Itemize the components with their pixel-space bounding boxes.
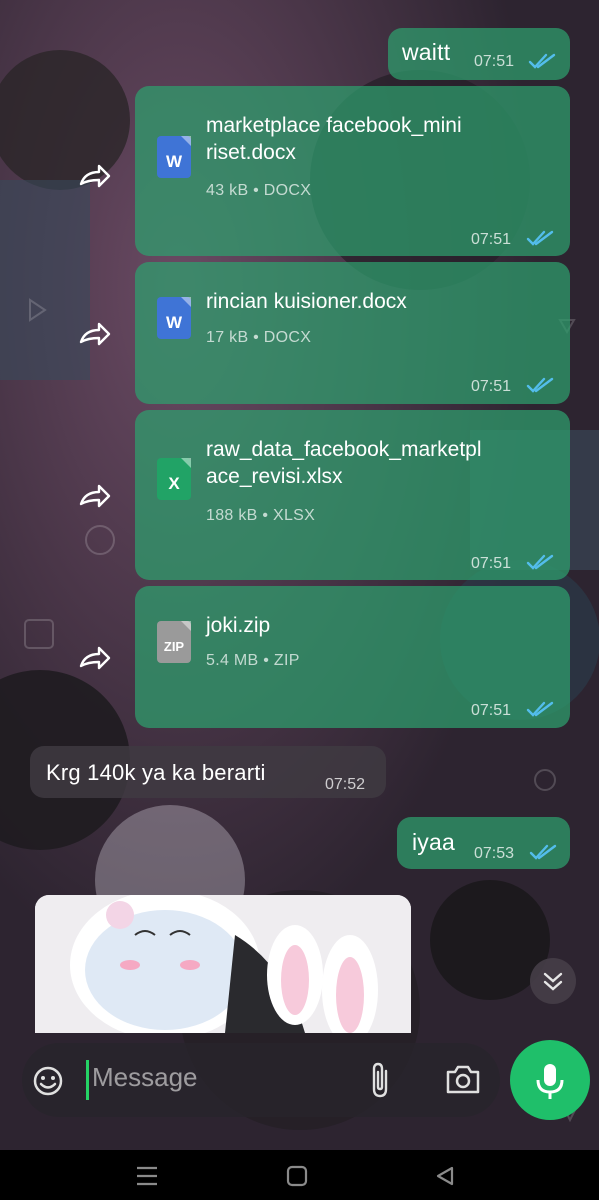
- system-navigation-bar: [0, 1150, 599, 1200]
- recents-icon[interactable]: [135, 1165, 159, 1187]
- word-doc-icon: W: [157, 136, 191, 178]
- file-meta: 188 kB • XLSX: [206, 507, 316, 524]
- file-meta: 5.4 MB • ZIP: [206, 652, 300, 669]
- file-meta: 43 kB • DOCX: [206, 182, 312, 199]
- file-name: rincian kuisioner.docx: [206, 290, 407, 313]
- message-time: 07:52: [325, 776, 366, 793]
- message-time: 07:51: [471, 378, 512, 395]
- excel-sheet-icon: X: [157, 458, 191, 500]
- file-name: joki.zip: [206, 614, 271, 637]
- message-time: 07:51: [474, 53, 515, 70]
- file-message-bubble[interactable]: W rincian kuisioner.docx 17 kB • DOCX 07…: [135, 262, 570, 404]
- message-text: Krg 140k ya ka berarti: [46, 760, 266, 785]
- scroll-to-bottom-button[interactable]: [530, 958, 576, 1004]
- emoji-icon[interactable]: [30, 1063, 66, 1099]
- forward-icon[interactable]: [77, 642, 113, 672]
- camera-icon[interactable]: [444, 1062, 482, 1098]
- double-check-read-icon: [529, 844, 557, 860]
- double-chevron-down-icon: [543, 972, 563, 991]
- file-name: marketplace facebook_mini riset.docx: [206, 114, 462, 164]
- message-time: 07:51: [471, 555, 512, 572]
- message-time: 07:51: [471, 702, 512, 719]
- double-check-read-icon: [526, 377, 554, 393]
- file-message-bubble[interactable]: X raw_data_facebook_marketpl ace_revisi.…: [135, 410, 570, 580]
- message-bubble-outgoing[interactable]: iyaa 07:53: [397, 817, 570, 869]
- forward-icon[interactable]: [77, 318, 113, 348]
- message-bubble-outgoing[interactable]: waitt 07:51: [388, 28, 570, 80]
- sticker-image[interactable]: [35, 895, 411, 1033]
- forward-icon[interactable]: [77, 480, 113, 510]
- message-time: 07:53: [474, 845, 515, 862]
- message-input[interactable]: Message: [92, 1062, 198, 1093]
- double-check-read-icon: [526, 701, 554, 717]
- message-text: iyaa: [412, 829, 455, 855]
- paperclip-icon[interactable]: [366, 1061, 396, 1101]
- back-icon[interactable]: [434, 1165, 456, 1187]
- home-icon[interactable]: [286, 1165, 308, 1187]
- forward-icon[interactable]: [77, 160, 113, 190]
- file-message-bubble[interactable]: ZIP joki.zip 5.4 MB • ZIP 07:51: [135, 586, 570, 728]
- message-bubble-incoming[interactable]: Krg 140k ya ka berarti 07:52: [30, 746, 386, 798]
- file-meta: 17 kB • DOCX: [206, 329, 312, 346]
- zip-archive-icon: ZIP: [157, 621, 191, 663]
- double-check-read-icon: [526, 230, 554, 246]
- double-check-read-icon: [526, 554, 554, 570]
- voice-message-button[interactable]: [510, 1040, 590, 1120]
- message-text: waitt: [402, 39, 451, 65]
- file-name: raw_data_facebook_marketpl ace_revisi.xl…: [206, 438, 482, 488]
- microphone-icon: [536, 1064, 564, 1099]
- file-message-bubble[interactable]: W marketplace facebook_mini riset.docx 4…: [135, 86, 570, 256]
- text-caret: [86, 1060, 89, 1100]
- double-check-read-icon: [528, 53, 556, 69]
- message-time: 07:51: [471, 231, 512, 248]
- word-doc-icon: W: [157, 297, 191, 339]
